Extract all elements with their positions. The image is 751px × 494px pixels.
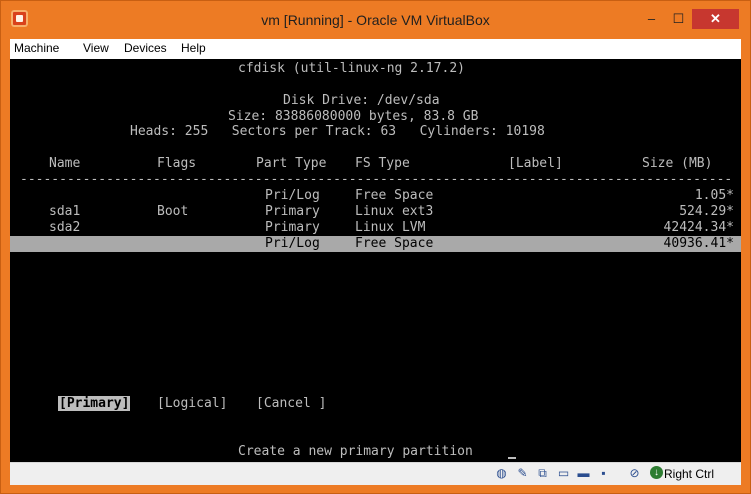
row-fs-type: Linux LVM [355, 220, 426, 235]
row-flags: Boot [157, 204, 189, 219]
hard-disk-icon[interactable]: ◍ [494, 466, 509, 480]
row-fs-type: Linux ext3 [355, 204, 434, 219]
status-bar: ◍ ✎ ⧉ ▭ ▬ ▪ ⊘ ↓ Right Ctrl [10, 462, 741, 485]
mouse-integration-icon[interactable]: ⊘ [627, 466, 642, 480]
disk-size-line: Size: 83886080000 bytes, 83.8 GB [228, 109, 479, 124]
row-size: 1.05* [694, 188, 734, 203]
col-name: Name [49, 156, 81, 171]
row-name: sda1 [49, 204, 81, 219]
vm-console[interactable]: cfdisk (util-linux-ng 2.17.2) Disk Drive… [10, 59, 741, 462]
header-separator: ----------------------------------------… [20, 173, 732, 187]
menu-help[interactable]: Help [181, 41, 206, 55]
cfdisk-header: cfdisk (util-linux-ng 2.17.2) [238, 61, 465, 76]
row-size: 524.29* [679, 204, 734, 219]
action-cancel-button[interactable]: [Cancel ] [256, 397, 326, 411]
col-flags: Flags [157, 156, 197, 171]
menu-view[interactable]: View [83, 41, 109, 55]
row-size: 42424.34* [663, 220, 734, 235]
video-capture-icon[interactable]: ▪ [596, 466, 611, 480]
row-name: sda2 [49, 220, 81, 235]
row-size: 40936.41* [663, 236, 734, 251]
col-fs-type: FS Type [355, 156, 410, 171]
col-part-type: Part Type [256, 156, 327, 171]
col-size: Size (MB) [642, 156, 713, 171]
menu-bar: Machine View Devices Help [10, 39, 741, 59]
col-label: [Label] [508, 156, 563, 171]
action-primary-button[interactable]: [Primary] [58, 396, 131, 411]
prompt-text: Create a new primary partition [238, 444, 473, 459]
row-fs-type: Free Space [355, 236, 434, 251]
text-cursor [508, 457, 516, 459]
disk-drive-line: Disk Drive: /dev/sda [283, 93, 440, 108]
row-part-type: Pri/Log [265, 188, 320, 203]
partition-row-selected[interactable]: Pri/Log Free Space 40936.41* [10, 236, 741, 252]
disk-geometry-line: Heads: 255 Sectors per Track: 63 Cylinde… [130, 124, 545, 139]
row-part-type: Pri/Log [265, 236, 320, 251]
row-part-type: Primary [265, 204, 320, 219]
optical-drive-icon[interactable]: ✎ [515, 466, 530, 480]
host-key-label: Right Ctrl [664, 467, 715, 481]
title-bar[interactable]: vm [Running] - Oracle VM VirtualBox – ☐ … [1, 1, 750, 39]
maximize-button[interactable]: ☐ [665, 9, 692, 29]
row-part-type: Primary [265, 220, 320, 235]
minimize-button[interactable]: – [638, 9, 665, 29]
close-button[interactable]: ✕ [692, 9, 739, 29]
action-logical-button[interactable]: [Logical] [157, 397, 227, 411]
menu-devices[interactable]: Devices [124, 41, 167, 55]
action-primary-label: [Primary] [58, 396, 131, 411]
row-fs-type: Free Space [355, 188, 434, 203]
menu-machine[interactable]: Machine [14, 41, 59, 55]
shared-folders-icon[interactable]: ▭ [556, 466, 571, 480]
virtualbox-window: vm [Running] - Oracle VM VirtualBox – ☐ … [0, 0, 751, 494]
network-icon[interactable]: ⧉ [535, 466, 550, 480]
host-key-icon: ↓ [650, 466, 663, 479]
display-icon[interactable]: ▬ [576, 466, 591, 480]
